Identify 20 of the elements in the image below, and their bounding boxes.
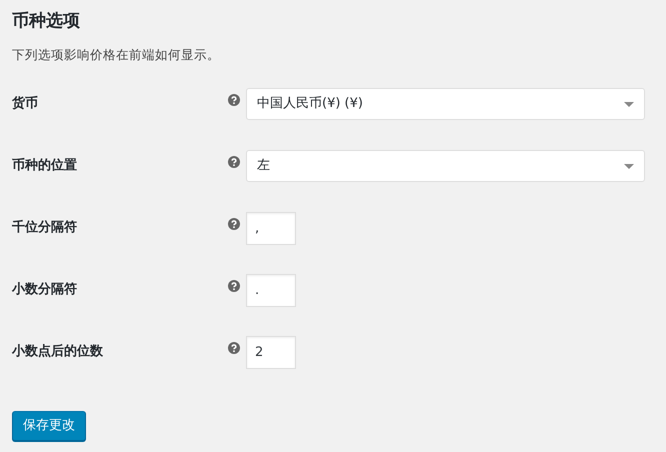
field-label: 千位分隔符 [12,218,78,238]
help-icon[interactable] [228,94,240,106]
section-title: 币种选项 [12,11,81,32]
caret-icon [624,164,634,169]
field-label: 小数点后的位数 [12,342,104,362]
input-field[interactable]: , [246,212,296,245]
save-button[interactable]: 保存更改 [12,411,86,441]
select-field[interactable]: 中国人民币(¥) (¥) [246,88,645,120]
help-icon[interactable] [228,280,240,292]
field-label: 币种的位置 [12,156,78,176]
field-label: 货币 [12,94,39,114]
help-icon[interactable] [228,342,240,354]
section-description: 下列选项影响价格在前端如何显示。 [12,46,221,64]
help-icon[interactable] [228,218,240,230]
input-field[interactable]: 2 [246,336,296,369]
field-label: 小数分隔符 [12,281,78,300]
select-field[interactable]: 左 [246,150,645,182]
input-field[interactable]: . [246,274,296,307]
caret-icon [624,102,634,107]
help-icon[interactable] [228,156,240,168]
